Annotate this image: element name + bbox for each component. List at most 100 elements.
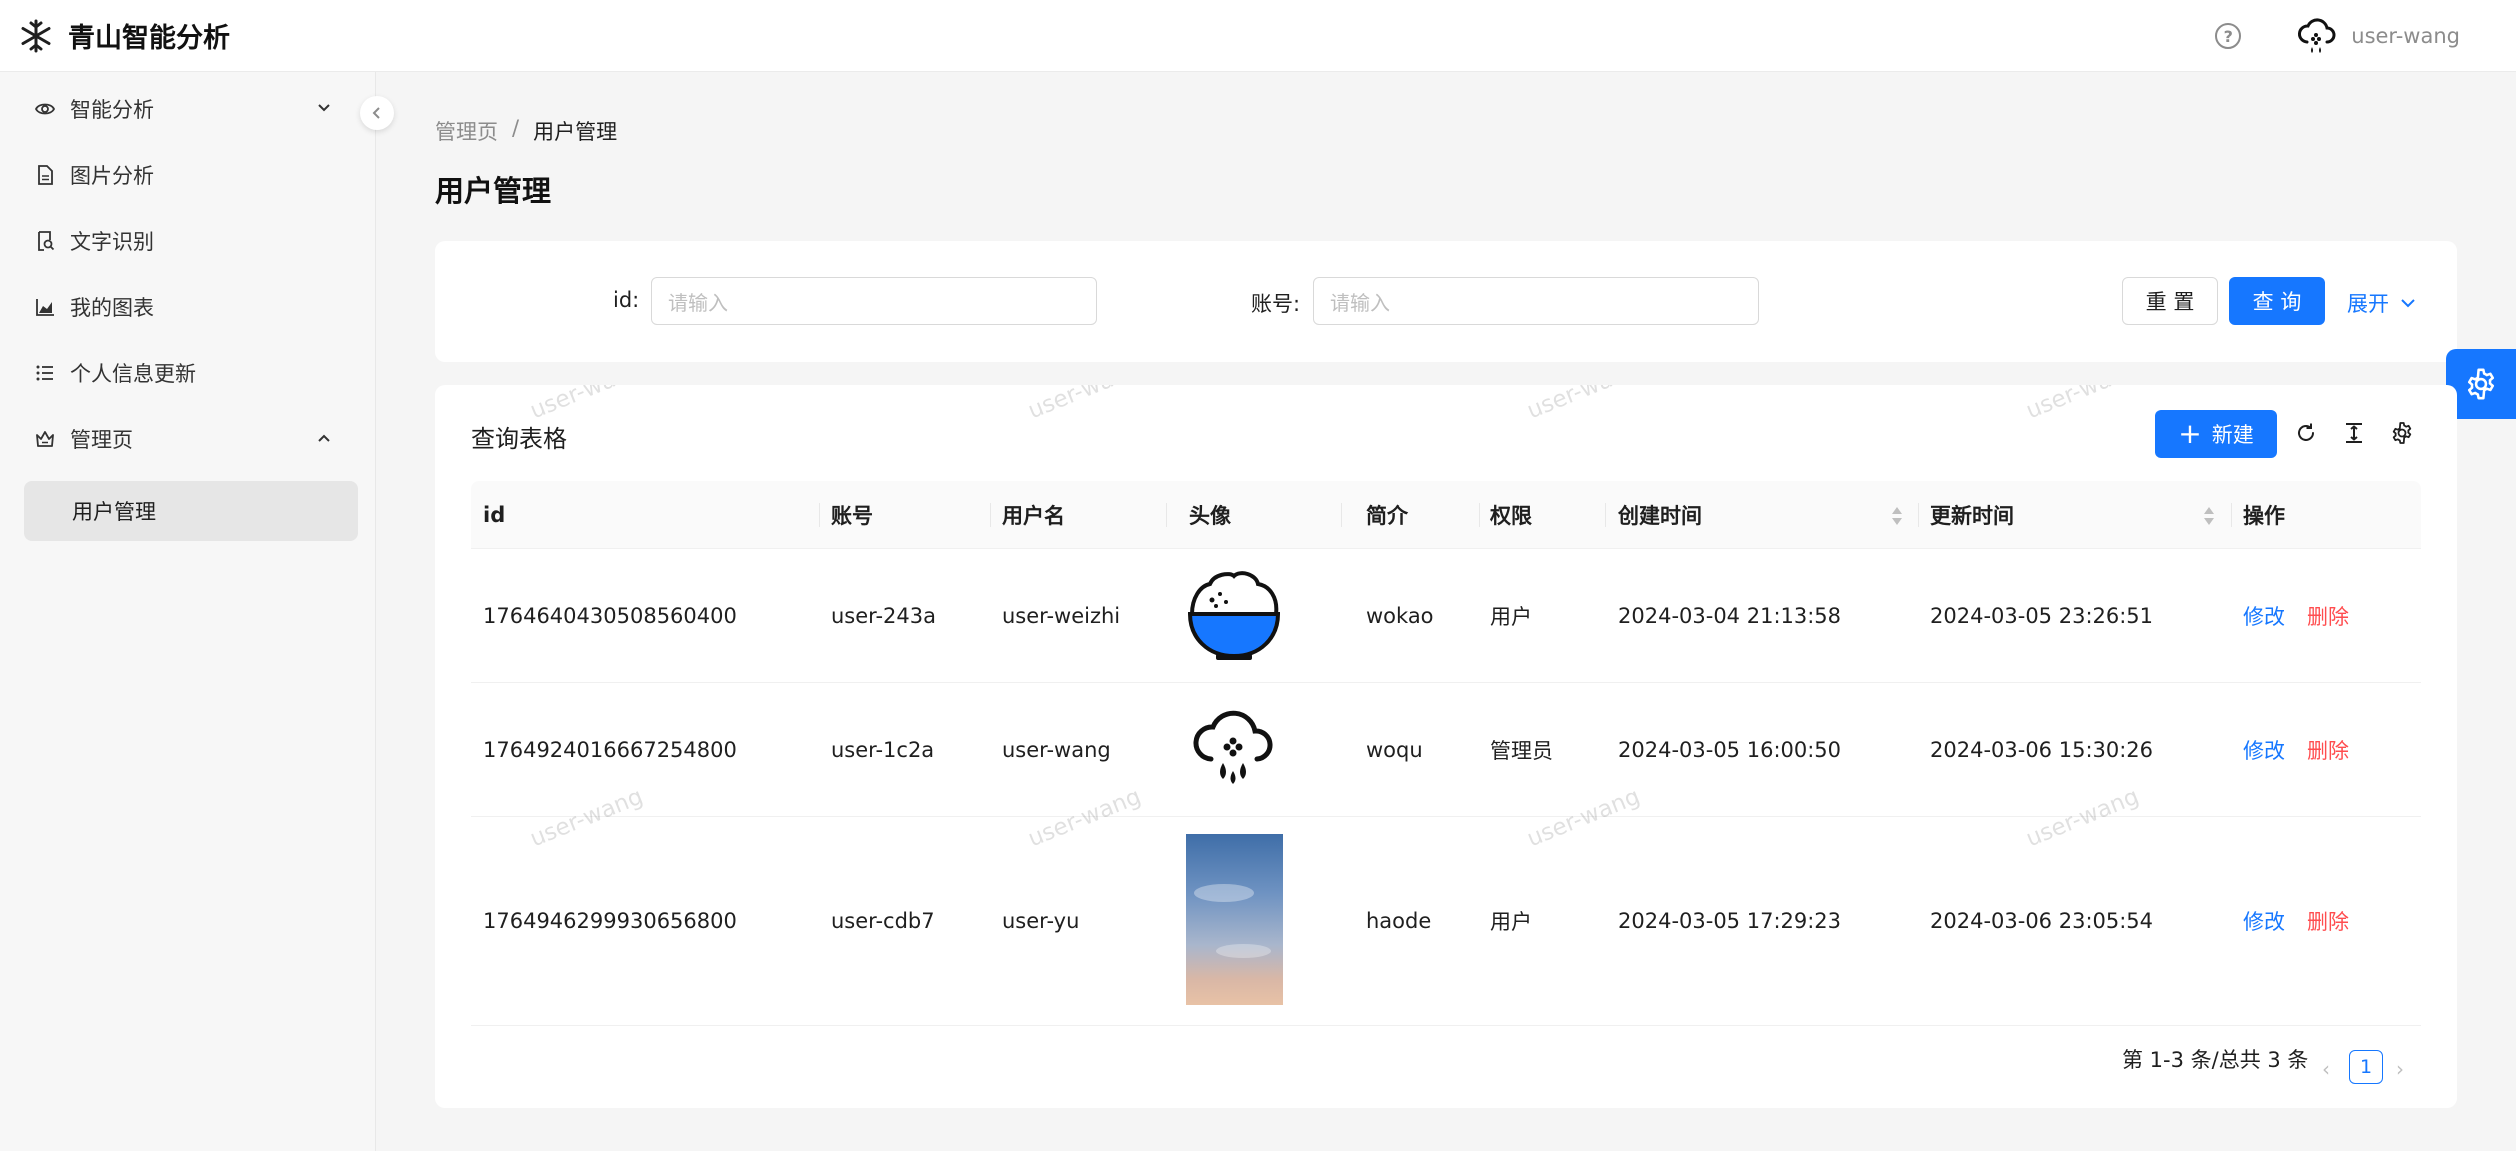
column-header-updated[interactable]: 更新时间 <box>1930 481 2014 549</box>
new-button[interactable]: + 新建 <box>2155 410 2277 458</box>
column-header-actions: 操作 <box>2243 504 2285 528</box>
header-username: user-wang <box>2351 24 2460 48</box>
table-row: 1764924016667254800 user-1c2a user-wang … <box>471 683 2421 817</box>
sidebar-item-label: 个人信息更新 <box>70 362 196 386</box>
cell-intro: haode <box>1366 909 1432 933</box>
cell-intro: woqu <box>1366 738 1423 762</box>
edit-link[interactable]: 修改 <box>2243 601 2285 631</box>
account-input[interactable]: 请输入 <box>1313 277 1759 325</box>
cell-account: user-cdb7 <box>831 909 935 933</box>
edit-link[interactable]: 修改 <box>2243 906 2285 936</box>
app-logo[interactable]: 青山智能分析 <box>18 16 230 55</box>
sort-icon[interactable] <box>1890 505 1904 527</box>
column-header-intro: 简介 <box>1366 504 1408 528</box>
question-circle-icon[interactable]: ? <box>2215 23 2242 49</box>
sidebar-item-admin[interactable]: 管理页 <box>24 410 358 468</box>
list-icon <box>34 362 56 384</box>
cell-created: 2024-03-05 17:29:23 <box>1618 909 1842 933</box>
cell-id: 1764924016667254800 <box>483 738 737 762</box>
snow-cloud-avatar <box>1193 710 1273 784</box>
sidebar-item-label: 我的图表 <box>70 296 154 320</box>
breadcrumb-parent[interactable]: 管理页 <box>435 116 498 146</box>
expand-toggle[interactable]: 展开 <box>2347 288 2417 318</box>
query-button[interactable]: 查 询 <box>2229 277 2325 325</box>
area-chart-icon <box>34 296 56 318</box>
delete-link[interactable]: 删除 <box>2307 906 2349 936</box>
column-header-avatar: 头像 <box>1189 504 1231 528</box>
table-title: 查询表格 <box>471 425 567 453</box>
sort-icon[interactable] <box>2202 505 2216 527</box>
cell-username: user-weizhi <box>1002 604 1121 628</box>
expand-label: 展开 <box>2347 292 2389 316</box>
account-field-label: 账号: <box>1251 292 1301 316</box>
search-form: id: 请输入 账号: 请输入 重 置 查 询 展开 <box>435 241 2457 362</box>
gear-icon <box>2467 368 2495 400</box>
plus-icon: + <box>2178 417 2202 450</box>
sidebar-item-smart-analysis[interactable]: 智能分析 <box>24 80 358 138</box>
new-button-label: 新建 <box>2211 423 2254 447</box>
watermark: user-wang <box>1024 385 1145 425</box>
cell-role: 管理员 <box>1490 739 1553 763</box>
cell-username: user-yu <box>1002 909 1080 933</box>
sidebar-item-label: 图片分析 <box>70 164 154 188</box>
id-input-placeholder: 请输入 <box>668 290 728 315</box>
sidebar-item-user-management[interactable]: 用户管理 <box>24 481 358 541</box>
pagination-summary: 第 1-3 条/总共 3 条 <box>2122 1048 2309 1072</box>
breadcrumb: 管理页 / 用户管理 <box>435 116 617 146</box>
file-image-icon <box>34 164 56 186</box>
column-height-icon[interactable] <box>2340 419 2368 447</box>
delete-link[interactable]: 删除 <box>2307 601 2349 631</box>
column-header-role: 权限 <box>1490 504 1532 528</box>
sidebar-item-my-charts[interactable]: 我的图表 <box>24 278 358 336</box>
watermark: user-wang <box>2022 385 2143 425</box>
page-number[interactable]: 1 <box>2349 1050 2383 1084</box>
page-title: 用户管理 <box>435 174 552 208</box>
avatar <box>2298 18 2336 53</box>
reload-icon[interactable] <box>2292 419 2320 447</box>
sidebar-item-label: 智能分析 <box>70 98 154 122</box>
column-header-id: id <box>483 503 506 527</box>
chevron-left-icon <box>372 107 380 119</box>
id-input[interactable]: 请输入 <box>651 277 1097 325</box>
sky-photo-avatar <box>1186 834 1283 1005</box>
sidebar-item-profile-update[interactable]: 个人信息更新 <box>24 344 358 402</box>
file-search-icon <box>34 230 56 252</box>
cell-created: 2024-03-04 21:13:58 <box>1618 604 1842 628</box>
sidebar-item-label: 用户管理 <box>72 500 156 524</box>
chevron-down-icon <box>318 104 330 112</box>
sidebar-item-text-recognition[interactable]: 文字识别 <box>24 212 358 270</box>
cell-account: user-1c2a <box>831 738 935 762</box>
rice-bowl-avatar <box>1187 571 1281 660</box>
next-page-icon[interactable]: › <box>2396 1057 2404 1081</box>
crown-icon <box>34 428 56 450</box>
cell-updated: 2024-03-06 23:05:54 <box>1930 909 2154 933</box>
cell-intro: wokao <box>1366 604 1434 628</box>
breadcrumb-separator: / <box>512 116 520 140</box>
app-title: 青山智能分析 <box>68 23 230 54</box>
cell-created: 2024-03-05 16:00:50 <box>1618 738 1842 762</box>
watermark: user-wang <box>1523 385 1644 425</box>
cell-updated: 2024-03-05 23:26:51 <box>1930 604 2154 628</box>
cell-updated: 2024-03-06 15:30:26 <box>1930 738 2154 762</box>
prev-page-icon[interactable]: ‹ <box>2322 1057 2330 1081</box>
reset-button[interactable]: 重 置 <box>2122 277 2218 325</box>
cell-role: 用户 <box>1490 605 1532 629</box>
breadcrumb-current: 用户管理 <box>533 120 618 144</box>
edit-link[interactable]: 修改 <box>2243 735 2285 765</box>
cell-account: user-243a <box>831 604 936 628</box>
top-header: 青山智能分析 ? user-wang <box>0 0 2516 72</box>
chevron-up-icon <box>318 434 330 442</box>
column-header-created[interactable]: 创建时间 <box>1618 481 1702 549</box>
id-field-label: id: <box>613 288 640 312</box>
cell-role: 用户 <box>1490 910 1532 934</box>
delete-link[interactable]: 删除 <box>2307 735 2349 765</box>
column-header-username: 用户名 <box>1002 504 1065 528</box>
snowflake-logo-icon <box>21 19 51 52</box>
user-menu[interactable]: user-wang <box>2295 14 2460 58</box>
account-input-placeholder: 请输入 <box>1330 290 1390 315</box>
sidebar: 智能分析 图片分析 文字识别 我的图表 个人信息更新 管理页 用户管理 <box>0 72 376 1151</box>
sidebar-collapse-button[interactable] <box>360 96 394 130</box>
sidebar-item-label: 文字识别 <box>70 230 154 254</box>
sidebar-item-image-analysis[interactable]: 图片分析 <box>24 146 358 204</box>
table-settings-icon[interactable] <box>2388 419 2416 447</box>
